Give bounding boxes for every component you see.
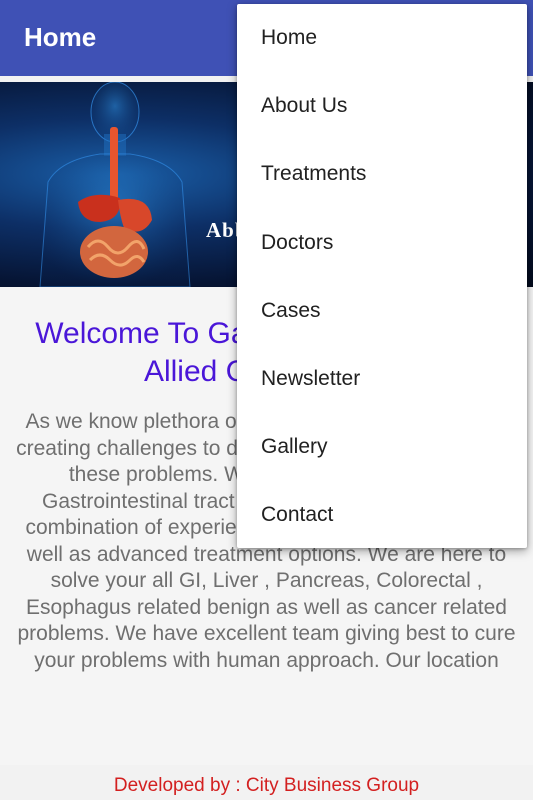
menu-item-about-us[interactable]: About Us (237, 72, 527, 140)
menu-item-contact[interactable]: Contact (237, 481, 527, 549)
menu-item-doctors[interactable]: Doctors (237, 209, 527, 277)
developer-credit: Developed by : City Business Group (113, 775, 420, 796)
overflow-menu: Home About Us Treatments Doctors Cases N… (237, 4, 527, 548)
menu-item-newsletter[interactable]: Newsletter (237, 345, 527, 413)
menu-item-home[interactable]: Home (237, 4, 527, 72)
app-bar-title: Home (24, 22, 97, 52)
menu-item-gallery[interactable]: Gallery (237, 413, 527, 481)
menu-item-treatments[interactable]: Treatments (237, 140, 527, 208)
menu-item-cases[interactable]: Cases (237, 277, 527, 345)
